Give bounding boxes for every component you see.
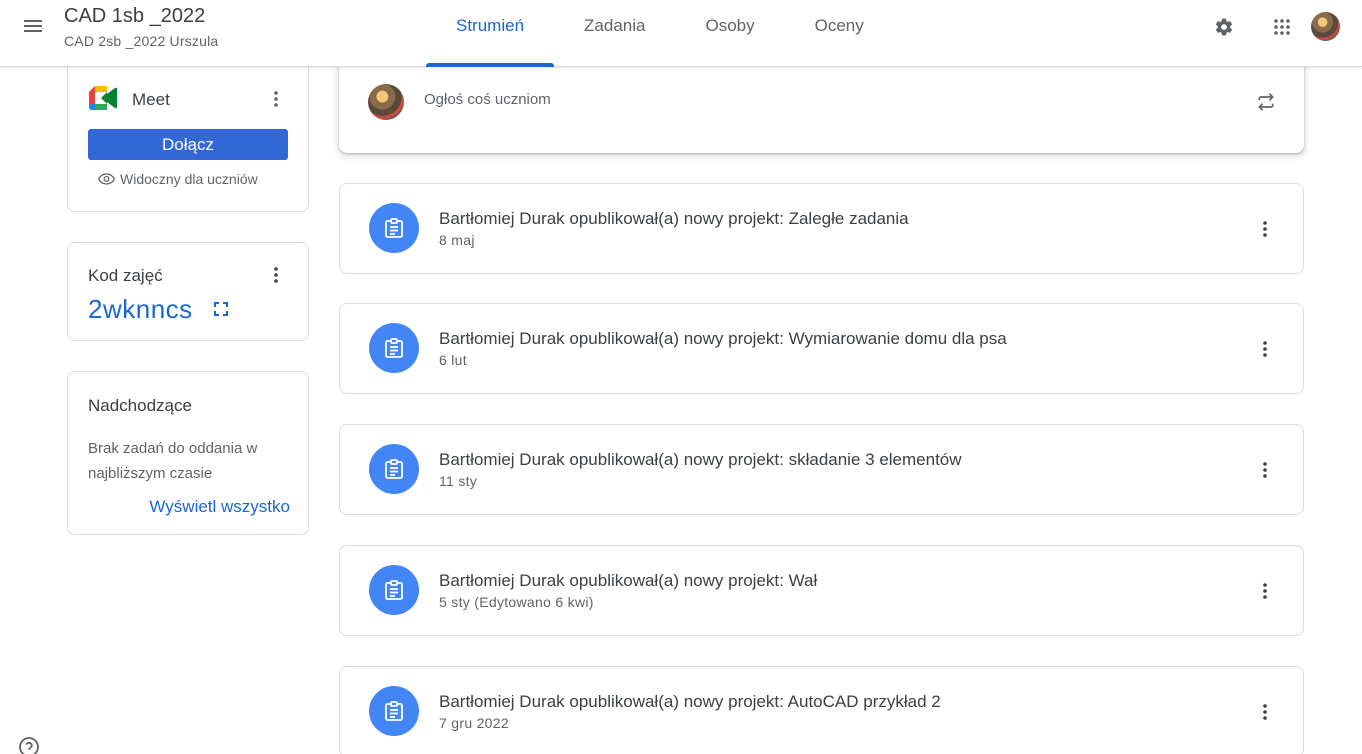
class-code-value: 2wknncs [88,294,193,324]
class-subtitle: CAD 2sb _2022 Urszula [64,33,219,49]
post-title: Bartłomiej Durak opublikował(a) nowy pro… [439,571,818,590]
post-date: 6 lut [439,352,467,368]
fullscreen-expand-icon[interactable] [211,299,231,319]
class-code-more-options-icon[interactable] [262,261,290,289]
upcoming-card: Nadchodzące Brak zadań do oddania w najb… [67,371,309,535]
stream-post[interactable]: Bartłomiej Durak opublikował(a) nowy pro… [339,424,1304,515]
eye-icon [98,173,115,185]
assignment-icon [369,323,419,373]
apps-grid-icon[interactable] [1262,7,1302,47]
tab-people[interactable]: Osoby [675,0,784,67]
meet-more-options-icon[interactable] [262,85,290,113]
gear-icon[interactable] [1204,7,1244,47]
upcoming-empty-text: Brak zadań do oddania w najbliższym czas… [88,440,258,482]
account-avatar[interactable] [1311,12,1340,41]
post-title: Bartłomiej Durak opublikował(a) nowy pro… [439,209,909,228]
stream-post[interactable]: Bartłomiej Durak opublikował(a) nowy pro… [339,545,1304,636]
meet-card: Meet Dołącz Widoczny dla uczniów [67,56,309,212]
class-code-label: Kod zajęć [88,266,163,285]
upcoming-title: Nadchodzące [88,396,192,415]
assignment-icon [369,565,419,615]
post-more-options-icon[interactable] [1251,335,1279,363]
post-more-options-icon[interactable] [1251,577,1279,605]
meet-title: Meet [132,90,170,109]
meet-visibility-text: Widoczny dla uczniów [120,171,258,187]
post-more-options-icon[interactable] [1251,456,1279,484]
stream-post[interactable]: Bartłomiej Durak opublikował(a) nowy pro… [339,303,1304,394]
view-all-link[interactable]: Wyświetl wszystko [149,497,290,517]
assignment-icon [369,203,419,253]
post-title: Bartłomiej Durak opublikował(a) nowy pro… [439,329,1007,348]
join-meet-button[interactable]: Dołącz [88,129,288,160]
assignment-icon [369,444,419,494]
reuse-post-icon[interactable] [1252,88,1280,116]
assignment-icon [369,686,419,736]
post-more-options-icon[interactable] [1251,698,1279,726]
tab-stream[interactable]: Strumień [426,0,555,67]
post-title: Bartłomiej Durak opublikował(a) nowy pro… [439,692,941,711]
tab-classwork[interactable]: Zadania [554,0,675,67]
announce-composer[interactable]: Ogłoś coś uczniom [339,56,1304,153]
announce-placeholder[interactable]: Ogłoś coś uczniom [424,91,551,108]
class-code-card: Kod zajęć 2wknncs [67,242,309,341]
post-date: 5 sty (Edytowano 6 kwi) [439,594,594,610]
post-date: 11 sty [439,473,478,489]
help-icon[interactable] [18,736,40,754]
post-title: Bartłomiej Durak opublikował(a) nowy pro… [439,450,962,469]
top-app-bar: CAD 1sb _2022 CAD 2sb _2022 Urszula Stru… [0,0,1362,67]
post-date: 7 gru 2022 [439,715,509,731]
class-tabs: Strumień Zadania Osoby Oceny [426,0,894,67]
class-title[interactable]: CAD 1sb _2022 [64,5,205,28]
tab-grades[interactable]: Oceny [785,0,894,67]
post-more-options-icon[interactable] [1251,215,1279,243]
post-date: 8 maj [439,232,475,248]
google-meet-logo-icon [89,86,117,110]
stream-post[interactable]: Bartłomiej Durak opublikował(a) nowy pro… [339,183,1304,274]
stream-post[interactable]: Bartłomiej Durak opublikował(a) nowy pro… [339,666,1304,754]
meet-visibility-note: Widoczny dla uczniów [98,171,258,187]
hamburger-menu-icon[interactable] [13,6,53,46]
user-avatar [368,84,404,120]
